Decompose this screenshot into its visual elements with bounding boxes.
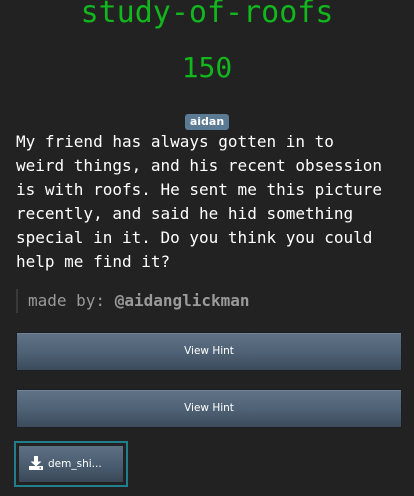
- file-name: dem_shi...: [48, 458, 102, 470]
- file-download-button[interactable]: dem_shi...: [14, 441, 128, 487]
- author-handle: @aidanglickman: [114, 291, 250, 310]
- description-line: recently, and said he hid something: [16, 204, 354, 223]
- file-download-inner[interactable]: dem_shi...: [19, 446, 123, 482]
- challenge-description: My friend has always gotten in to weird …: [16, 130, 408, 274]
- author-tag-badge: aidan: [184, 114, 230, 130]
- description-line: special in it. Do you think you could: [16, 228, 373, 247]
- description-line: My friend has always gotten in to: [16, 132, 334, 151]
- download-icon: [29, 456, 43, 470]
- author-prefix: made by:: [28, 291, 115, 310]
- description-line: weird things, and his recent obsession: [16, 156, 383, 175]
- description-line: help me find it?: [16, 252, 171, 271]
- challenge-title: study-of-roofs: [80, 0, 334, 30]
- view-hint-button-2[interactable]: View Hint: [16, 389, 402, 428]
- view-hint-button-1[interactable]: View Hint: [16, 332, 402, 371]
- tag-row: aidan: [0, 110, 414, 130]
- description-line: is with roofs. He sent me this picture: [16, 180, 383, 199]
- challenge-points: 150: [181, 51, 233, 84]
- author-credit: made by: @aidanglickman: [16, 289, 250, 313]
